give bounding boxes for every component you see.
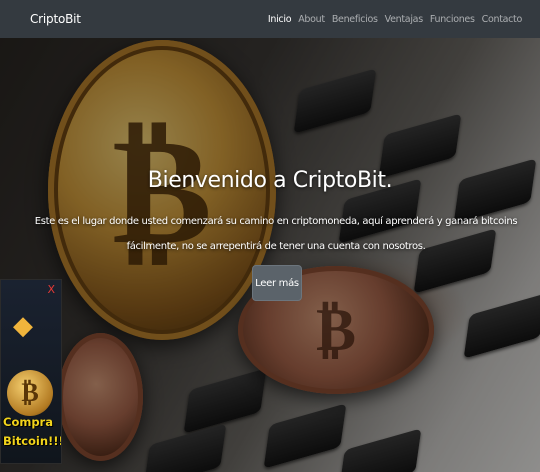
read-more-button[interactable]: Leer más [252,265,302,301]
hero-title: Bienvenido a CriptoBit. [147,168,393,193]
nav-link-inicio[interactable]: Inicio [268,14,292,25]
nav-link-beneficios[interactable]: Beneficios [332,14,378,25]
ethereum-icon: ◆ [13,311,33,341]
bitcoin-coin-icon: ₿ [7,370,53,416]
ad-text-line2: Bitcoin!!! [3,434,62,448]
nav-link-ventajas[interactable]: Ventajas [385,14,423,25]
close-icon[interactable]: X [47,283,55,296]
ad-text: Compra Bitcoin!!! [3,413,62,451]
nav-links: Inicio About Beneficios Ventajas Funcion… [268,14,522,25]
hero-description: Este es el lugar donde usted comenzará s… [34,216,518,252]
nav-link-funciones[interactable]: Funciones [430,14,475,25]
hero-section: ₿ ₿ Bienvenido a CriptoBit. Este es el l… [0,38,540,472]
nav-link-contacto[interactable]: Contacto [482,14,523,25]
nav-link-about[interactable]: About [298,14,325,25]
side-ad-banner[interactable]: X ◆ ₿ Compra Bitcoin!!! [0,279,62,464]
navbar: CriptoBit Inicio About Beneficios Ventaj… [0,0,540,38]
ad-text-line1: Compra [3,415,53,429]
brand-logo-link[interactable]: CriptoBit [30,12,81,26]
